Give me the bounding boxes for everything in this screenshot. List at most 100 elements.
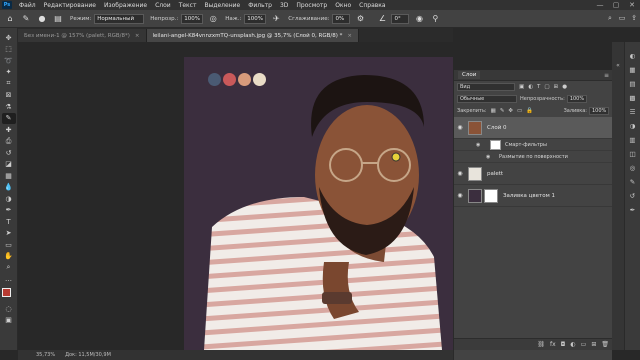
brushes-panel-icon[interactable]: ✒ [630, 206, 635, 220]
gradients-panel-icon[interactable]: ▤ [629, 80, 635, 94]
stamp-icon[interactable]: ⎙ [2, 136, 16, 148]
eraser-icon[interactable]: ◪ [2, 159, 16, 171]
libraries-panel-icon[interactable]: ▥ [629, 136, 635, 150]
menu-file[interactable]: Файл [15, 2, 40, 9]
foreground-color[interactable] [1, 288, 11, 297]
lock-artboard-icon[interactable]: ▭ [517, 108, 522, 114]
history-brush-icon[interactable]: ↺ [2, 147, 16, 159]
airbrush-icon[interactable]: ✈ [270, 13, 282, 25]
lock-paint-icon[interactable]: ✎ [500, 108, 505, 114]
history-panel-icon[interactable]: ↺ [630, 192, 635, 206]
menu-select[interactable]: Выделение [200, 2, 244, 9]
layers-panel-icon[interactable]: ◫ [629, 150, 635, 164]
menu-3d[interactable]: 3D [276, 2, 292, 9]
smoothing-input[interactable]: 0% [332, 13, 351, 24]
mode-select[interactable]: Нормальный [94, 13, 145, 24]
new-group-icon[interactable]: ▭ [581, 341, 587, 348]
pen-icon[interactable]: ✒ [2, 205, 16, 217]
menu-edit[interactable]: Редактирование [40, 2, 100, 9]
expand-panels-icon[interactable]: « [616, 62, 620, 74]
filter-type-icon[interactable]: T [537, 84, 540, 90]
crop-icon[interactable]: ⌗ [2, 78, 16, 90]
quick-mask-icon[interactable]: ◌ [2, 303, 16, 315]
eyedropper-icon[interactable]: ⚗ [2, 101, 16, 113]
layer-row[interactable]: ◉ Слой 0 [454, 117, 612, 139]
patterns-panel-icon[interactable]: ▩ [629, 94, 635, 108]
filter-pixel-icon[interactable]: ▣ [519, 84, 524, 90]
filter-kind-select[interactable]: Вид [457, 83, 515, 91]
swatches-panel-icon[interactable]: ▦ [629, 66, 635, 80]
adjustments-panel-icon[interactable]: ◑ [630, 122, 636, 136]
smoothing-settings-icon[interactable]: ⚙ [354, 13, 366, 25]
filter-adjust-icon[interactable]: ◐ [528, 84, 533, 90]
brush-preset-icon[interactable]: ● [36, 13, 48, 25]
channels-panel-icon[interactable]: ◎ [630, 164, 636, 178]
panel-menu-icon[interactable]: ≡ [604, 72, 609, 79]
lock-pixels-icon[interactable]: ▦ [491, 108, 496, 114]
share-icon[interactable]: ⇪ [628, 14, 640, 23]
fill-input[interactable]: 100% [589, 107, 609, 115]
maximize-button[interactable]: ▢ [608, 1, 624, 9]
tab-document-1[interactable]: Без имени-1 @ 157% (palett, RGB/8*) × [18, 29, 147, 42]
delete-layer-icon[interactable]: 🗑 [601, 341, 609, 348]
color-panel-icon[interactable]: ◐ [630, 52, 636, 66]
gradient-icon[interactable]: ▦ [2, 170, 16, 182]
brush-tool-icon[interactable]: ✎ [20, 13, 32, 25]
healing-icon[interactable]: ✚ [2, 124, 16, 136]
menu-type[interactable]: Текст [175, 2, 201, 9]
lock-all-icon[interactable]: 🔒 [526, 108, 533, 114]
link-layers-icon[interactable]: ⛓ [537, 341, 545, 348]
minimize-button[interactable]: — [592, 1, 608, 9]
canvas-area[interactable] [18, 42, 453, 350]
add-mask-icon[interactable]: ◘ [561, 341, 566, 348]
brush-icon[interactable]: ✎ [1, 112, 16, 124]
filter-row[interactable]: ◉ Размытие по поверхности [454, 151, 612, 163]
tab-close-icon[interactable]: × [135, 33, 140, 39]
pressure-opacity-icon[interactable]: ◎ [207, 13, 219, 25]
marquee-icon[interactable]: ⬚ [2, 44, 16, 56]
menu-image[interactable]: Изображение [100, 2, 151, 9]
layers-tab[interactable]: Слои [458, 71, 481, 79]
move-icon[interactable]: ✥ [2, 32, 16, 44]
color-swatches[interactable] [1, 287, 17, 303]
more-icon[interactable]: … [2, 274, 16, 286]
document-canvas[interactable] [184, 57, 453, 350]
menu-filter[interactable]: Фильтр [244, 2, 276, 9]
search-icon[interactable]: ⌕ [604, 14, 616, 23]
shape-icon[interactable]: ▭ [2, 239, 16, 251]
visibility-eye-icon[interactable]: ◉ [454, 170, 466, 177]
layer-style-icon[interactable]: fx [550, 341, 556, 348]
home-icon[interactable]: ⌂ [4, 13, 16, 25]
menu-help[interactable]: Справка [355, 2, 389, 9]
brush-settings-icon[interactable]: ▤ [52, 13, 64, 25]
filter-smart-icon[interactable]: ⊞ [554, 84, 559, 90]
visibility-eye-icon[interactable]: ◉ [476, 142, 486, 148]
tab-document-2[interactable]: leilani-angel-K84vnnzxmTQ-unsplash.jpg @… [146, 29, 359, 42]
zoom-level[interactable]: 35,73% [36, 352, 55, 358]
type-icon[interactable]: T [2, 216, 16, 228]
zoom-icon[interactable]: ⌕ [2, 262, 16, 274]
visibility-eye-icon[interactable]: ◉ [454, 124, 466, 131]
opacity-input[interactable]: 100% [181, 13, 204, 24]
menu-view[interactable]: Просмотр [292, 2, 331, 9]
screen-mode-icon[interactable]: ▣ [2, 315, 16, 327]
blur-icon[interactable]: 💧 [2, 182, 16, 194]
pressure-size-icon[interactable]: ◉ [413, 13, 425, 25]
visibility-eye-icon[interactable]: ◉ [486, 154, 496, 160]
angle-input[interactable]: 0° [391, 13, 410, 24]
layer-opacity-input[interactable]: 100% [566, 95, 587, 103]
pressure-input[interactable]: 100% [244, 13, 267, 24]
filter-toggle-icon[interactable]: ● [562, 84, 567, 90]
hand-icon[interactable]: ✋ [2, 251, 16, 263]
layer-row[interactable]: ◉ palett [454, 163, 612, 185]
smart-filters-row[interactable]: ◉ Смарт-фильтры [454, 139, 612, 151]
paths-panel-icon[interactable]: ✎ [630, 178, 635, 192]
new-layer-icon[interactable]: ⊞ [591, 341, 596, 348]
lock-position-icon[interactable]: ✥ [508, 108, 513, 114]
workspace-icon[interactable]: ▭ [616, 14, 628, 23]
properties-panel-icon[interactable]: ☰ [630, 108, 636, 122]
adjustment-layer-icon[interactable]: ◐ [570, 341, 575, 348]
quick-select-icon[interactable]: ✦ [2, 67, 16, 79]
filter-shape-icon[interactable]: ▢ [544, 84, 549, 90]
close-button[interactable]: ✕ [624, 1, 640, 9]
